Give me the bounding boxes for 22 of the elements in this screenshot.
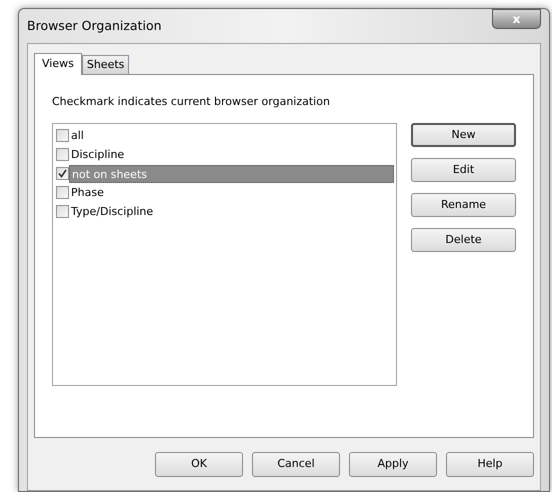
list-item[interactable]: Discipline — [69, 146, 394, 164]
dialog-button[interactable]: OK — [155, 452, 243, 477]
checkbox[interactable] — [56, 205, 69, 218]
tab[interactable]: Sheets — [82, 55, 130, 74]
action-button[interactable]: New — [411, 123, 516, 147]
checkbox[interactable] — [56, 148, 69, 161]
checkmark-icon — [58, 169, 67, 178]
checkbox[interactable] — [56, 167, 69, 180]
window-title: Browser Organization — [27, 17, 162, 35]
tab[interactable]: Views — [34, 53, 82, 75]
list-item[interactable]: Type/Discipline — [69, 202, 394, 220]
dialog-button[interactable]: Cancel — [252, 452, 340, 477]
dialog-button[interactable]: Apply — [349, 452, 437, 477]
action-button[interactable]: Edit — [411, 158, 516, 182]
action-button[interactable]: Rename — [411, 193, 516, 217]
list-item[interactable]: all — [69, 126, 394, 144]
dialog-button[interactable]: Help — [446, 452, 534, 477]
instruction-text: Checkmark indicates current browser organization — [52, 94, 331, 110]
list-item[interactable]: Phase — [69, 184, 394, 202]
checkbox[interactable] — [56, 129, 69, 142]
checkbox[interactable] — [56, 186, 69, 199]
action-button[interactable]: Delete — [411, 228, 516, 252]
